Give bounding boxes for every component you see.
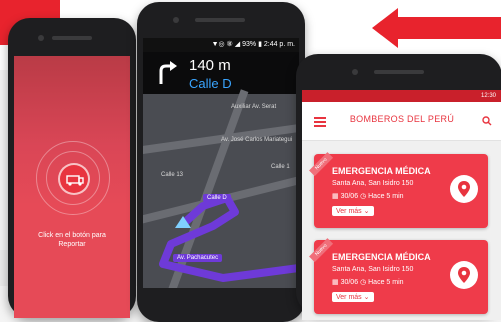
app-bar: BOMBEROS DEL PERÚ: [302, 102, 501, 141]
turn-banner: 140 m Calle D: [143, 52, 299, 94]
card-time-ago: Hace 5 min: [368, 193, 404, 200]
see-more-label: Ver más: [336, 208, 362, 215]
calendar-icon: ▦: [332, 193, 339, 200]
alert-screen: Click en el botón para Reportar: [14, 56, 130, 318]
route-street-label: Av. Pachacutec: [173, 254, 223, 262]
app-title: BOMBEROS DEL PERÚ: [349, 114, 455, 124]
phone-camera: [38, 35, 44, 41]
fire-truck-icon: [66, 175, 84, 186]
phone-navigation: ▼◎ ⑧ ◢ 93% ▮ 2:44 p. m. 140 m Calle D Au…: [137, 2, 305, 322]
card-date: 30/06: [340, 193, 359, 200]
see-more-button[interactable]: Ver más ⌄: [332, 292, 374, 302]
phone-speaker: [374, 70, 424, 74]
chevron-down-icon: ⌄: [363, 208, 370, 215]
menu-icon[interactable]: [314, 117, 326, 127]
phone-feed: 12:30 BOMBEROS DEL PERÚ Nuevo EMERGENCIA…: [296, 54, 501, 320]
phone-speaker: [195, 18, 245, 22]
turn-street: Calle D: [189, 76, 232, 91]
card-address: Santa Ana, San Isidro 150: [332, 266, 414, 273]
location-button[interactable]: [450, 175, 478, 203]
card-date: 30/06: [340, 279, 359, 286]
location-pin-icon: [458, 181, 470, 197]
card-title: EMERGENCIA MÉDICA: [332, 166, 431, 176]
phone-speaker: [52, 36, 92, 40]
report-instruction: Click en el botón para Reportar: [38, 232, 106, 248]
map-view[interactable]: Auxiliar Av. Serat Av. José Carlos Maria…: [143, 89, 299, 288]
navigation-screen: ▼◎ ⑧ ◢ 93% ▮ 2:44 p. m. 140 m Calle D Au…: [143, 38, 299, 288]
new-badge: Nuevo: [309, 151, 334, 177]
phone-camera: [173, 17, 179, 23]
report-button[interactable]: [58, 163, 90, 195]
new-badge: Nuevo: [309, 237, 334, 263]
phone-alert: Click en el botón para Reportar: [8, 18, 136, 318]
phone-camera: [352, 69, 358, 75]
background-arrow-bar: [396, 17, 501, 39]
card-title: EMERGENCIA MÉDICA: [332, 252, 431, 262]
location-pin-icon: [458, 267, 470, 283]
calendar-icon: ▦: [332, 279, 339, 286]
emergency-card[interactable]: Nuevo EMERGENCIA MÉDICA Santa Ana, San I…: [309, 151, 488, 228]
see-more-label: Ver más: [336, 294, 362, 301]
turn-distance: 140 m: [189, 57, 231, 74]
emergency-card[interactable]: Nuevo EMERGENCIA MÉDICA Santa Ana, San I…: [309, 237, 488, 314]
route-street-label: Calle D: [203, 194, 231, 202]
search-icon[interactable]: [482, 116, 492, 126]
status-bar: ▼◎ ⑧ ◢ 93% ▮ 2:44 p. m.: [143, 38, 299, 52]
see-more-button[interactable]: Ver más ⌄: [332, 206, 374, 216]
clock-icon: ◷: [360, 193, 367, 200]
card-meta: ▦ 30/06 ◷ Hace 5 min: [332, 278, 404, 286]
turn-right-icon: [159, 61, 177, 84]
background-arrow-head: [372, 8, 398, 48]
clock-icon: ◷: [360, 279, 367, 286]
card-meta: ▦ 30/06 ◷ Hace 5 min: [332, 192, 404, 200]
location-button[interactable]: [450, 261, 478, 289]
status-bar: 12:30: [302, 90, 501, 102]
card-time-ago: Hace 5 min: [368, 279, 404, 286]
chevron-down-icon: ⌄: [363, 294, 370, 301]
card-address: Santa Ana, San Isidro 150: [332, 180, 414, 187]
